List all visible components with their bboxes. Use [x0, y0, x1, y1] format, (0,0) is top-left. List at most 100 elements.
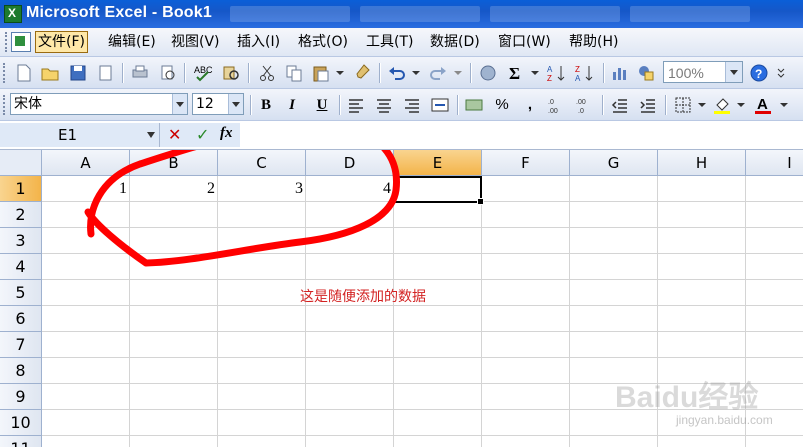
svg-text:.0: .0 [548, 99, 554, 106]
decrease-indent-icon[interactable] [610, 95, 630, 115]
autosum-dropdown-chevron-down-icon[interactable] [529, 63, 541, 83]
svg-text:A: A [757, 96, 768, 113]
zoom-dropdown-chevron-down-icon[interactable] [725, 62, 742, 82]
undo-dropdown-chevron-down-icon[interactable] [410, 63, 422, 83]
svg-text:?: ? [755, 67, 762, 81]
excel-app-icon [4, 5, 22, 23]
name-box-value: E1 [58, 126, 78, 144]
spelling-icon[interactable]: ABC [193, 63, 213, 83]
underline-button[interactable]: U [312, 95, 332, 115]
menubar-grip-handle[interactable] [5, 32, 10, 52]
decrease-decimal-icon[interactable]: .00.0 [575, 95, 595, 115]
hyperlink-icon[interactable] [478, 63, 498, 83]
svg-text:Σ: Σ [509, 64, 520, 83]
font-color-icon[interactable]: A [753, 95, 773, 115]
fill-color-icon[interactable] [712, 95, 732, 115]
help-icon[interactable]: ? [749, 63, 769, 83]
save-icon[interactable] [68, 63, 88, 83]
font-color-dropdown-chevron-down-icon[interactable] [778, 95, 790, 115]
font-name-value: 宋体 [14, 96, 42, 112]
zoom-value: 100% [668, 65, 704, 81]
font-size-chevron-down-icon[interactable] [228, 94, 243, 114]
svg-text:.00: .00 [576, 99, 586, 106]
toolbar-grip-handle[interactable] [3, 95, 8, 115]
align-center-icon[interactable] [374, 95, 394, 115]
format-painter-icon[interactable] [352, 63, 372, 83]
baidu-watermark-url: jingyan.baidu.com [676, 413, 773, 427]
formatting-toolbar: 宋体 12 B I U % , .0.00 .00.0 A [0, 89, 803, 121]
copy-icon[interactable] [284, 63, 304, 83]
new-document-icon[interactable] [14, 63, 34, 83]
svg-text:Z: Z [547, 74, 552, 83]
svg-text:A: A [575, 74, 581, 83]
formula-bar: E1 ✕ ✓ fx [0, 121, 803, 150]
menu-window[interactable]: 窗口(W) [496, 32, 553, 52]
menu-edit[interactable]: 编辑(E) [106, 32, 158, 52]
currency-style-icon[interactable] [464, 95, 484, 115]
zoom-select[interactable]: 100% [663, 61, 743, 83]
cut-icon[interactable] [257, 63, 277, 83]
redo-dropdown-chevron-down-icon[interactable] [452, 63, 464, 83]
print-preview-icon[interactable] [158, 63, 178, 83]
toolbar-grip-handle[interactable] [3, 63, 8, 83]
svg-text:.00: .00 [548, 108, 558, 115]
menu-insert[interactable]: 插入(I) [235, 32, 282, 52]
menu-tools[interactable]: 工具(T) [364, 32, 415, 52]
open-folder-icon[interactable] [40, 63, 60, 83]
redo-icon[interactable] [428, 63, 448, 83]
confirm-entry-icon[interactable]: ✓ [196, 125, 209, 145]
title-bar: Microsoft Excel - Book1 [0, 0, 803, 28]
taskbar-ghost [230, 6, 350, 22]
increase-indent-icon[interactable] [638, 95, 658, 115]
svg-text:Z: Z [575, 65, 580, 74]
paste-dropdown-chevron-down-icon[interactable] [334, 63, 346, 83]
font-size-value: 12 [196, 96, 214, 112]
merge-center-icon[interactable] [430, 95, 450, 115]
name-box-chevron-down-icon[interactable] [147, 132, 155, 142]
sort-ascending-icon[interactable]: AZ [547, 63, 567, 83]
menu-format[interactable]: 格式(O) [296, 32, 350, 52]
permission-icon[interactable] [96, 63, 116, 83]
svg-text:ABC: ABC [194, 65, 213, 75]
borders-icon[interactable] [673, 95, 693, 115]
formula-input[interactable] [240, 123, 803, 147]
menu-help[interactable]: 帮助(H) [567, 32, 620, 52]
research-icon[interactable] [221, 63, 241, 83]
font-name-chevron-down-icon[interactable] [172, 94, 187, 114]
font-name-select[interactable]: 宋体 [10, 93, 188, 115]
name-box[interactable]: E1 [0, 123, 160, 147]
borders-dropdown-chevron-down-icon[interactable] [696, 95, 708, 115]
toolbar-options-chevron-icon[interactable] [775, 63, 787, 83]
align-right-icon[interactable] [402, 95, 422, 115]
taskbar-ghost [630, 6, 750, 22]
cancel-entry-icon[interactable]: ✕ [168, 125, 181, 145]
svg-text:A: A [547, 65, 553, 74]
insert-function-button[interactable]: fx [220, 125, 233, 142]
print-icon[interactable] [130, 63, 150, 83]
italic-button[interactable]: I [282, 95, 302, 115]
chart-wizard-icon[interactable] [610, 63, 630, 83]
taskbar-ghost [490, 6, 620, 22]
autosum-icon[interactable]: Σ [506, 63, 526, 83]
fill-color-dropdown-chevron-down-icon[interactable] [735, 95, 747, 115]
menu-file[interactable]: 文件(F) [35, 31, 88, 53]
align-left-icon[interactable] [346, 95, 366, 115]
comma-style-button[interactable]: , [520, 95, 540, 115]
undo-icon[interactable] [387, 63, 407, 83]
standard-toolbar: ABC Σ AZ ZA 100% ? [0, 57, 803, 89]
menu-bar: 文件(F) 编辑(E) 视图(V) 插入(I) 格式(O) 工具(T) 数据(D… [0, 28, 803, 57]
bold-button[interactable]: B [256, 95, 276, 115]
formula-buttons: ✕ ✓ fx [160, 123, 240, 147]
menu-data[interactable]: 数据(D) [428, 32, 482, 52]
menu-view[interactable]: 视图(V) [169, 32, 222, 52]
worksheet-grid: A B C D E F G H I 1 2 3 4 5 6 7 8 9 10 1… [0, 150, 803, 447]
workbook-icon[interactable] [11, 32, 31, 52]
paste-icon[interactable] [311, 63, 331, 83]
baidu-watermark-logo: Baidu经验 [615, 381, 759, 414]
sort-descending-icon[interactable]: ZA [575, 63, 595, 83]
window-title: Microsoft Excel - Book1 [26, 4, 212, 21]
font-size-select[interactable]: 12 [192, 93, 244, 115]
increase-decimal-icon[interactable]: .0.00 [547, 95, 567, 115]
drawing-icon[interactable] [636, 63, 656, 83]
percent-style-button[interactable]: % [492, 95, 512, 115]
